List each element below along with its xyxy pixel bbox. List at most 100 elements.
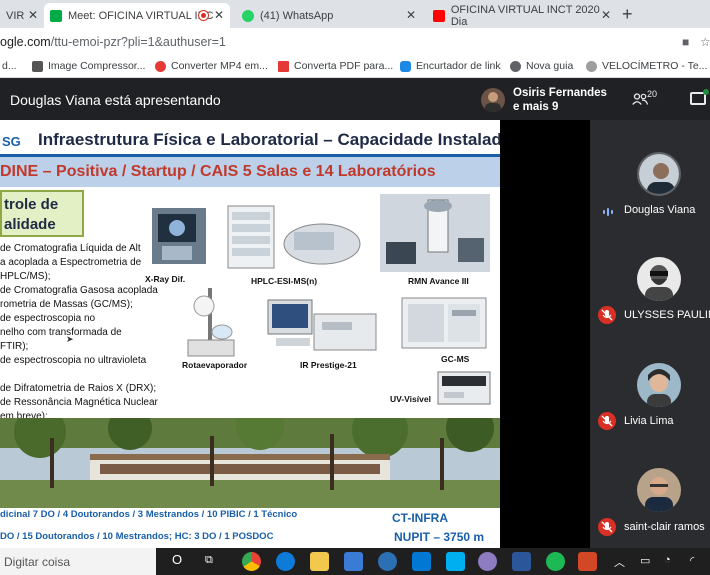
hplc-label: HPLC-ESI-MS(n): [251, 276, 318, 286]
tab-label: VIR: [6, 9, 25, 22]
cursor-icon: ➤: [66, 334, 74, 344]
participant-count: 20: [647, 89, 658, 99]
heart-icon: [278, 60, 289, 72]
list-item: de espectroscopia no: [0, 313, 96, 324]
app-icon[interactable]: [378, 552, 397, 571]
close-tab-icon[interactable]: ✕: [28, 8, 38, 22]
store-icon[interactable]: [344, 552, 363, 571]
uv-label: UV-Visível: [390, 394, 431, 404]
section-box: trole de alidade: [0, 190, 84, 237]
bookmark-item[interactable]: d...: [2, 60, 17, 72]
mic-off-icon: [598, 518, 616, 536]
battery-icon[interactable]: ▭: [640, 554, 650, 567]
tab-youtube[interactable]: OFICINA VIRTUAL INCT 2020 Dia ✕: [427, 3, 617, 28]
rmn-image: [380, 194, 490, 272]
speedometer-icon: [586, 60, 597, 72]
star-icon[interactable]: ☆: [700, 35, 710, 49]
participant-name: ULYSSES PAULIN: [624, 309, 710, 321]
bookmark-item[interactable]: VELOCÍMETRO - Te...: [586, 60, 707, 72]
list-item: rometria de Massas (GC/MS);: [0, 299, 133, 310]
spotify-icon[interactable]: [546, 552, 565, 571]
ir-prestige-image: [267, 299, 377, 351]
presentation-letterbox: [500, 120, 590, 550]
list-item: FTIR);: [0, 341, 29, 352]
taskbar-search[interactable]: Digitar coisa: [0, 548, 156, 575]
windows-taskbar: Digitar coisa O ⧉ ︿ ▭ ◔ ◜: [0, 548, 710, 575]
footer-line-2: DO / 15 Doutorandos / 10 Mestrandos; HC:…: [0, 531, 274, 542]
tab-whatsapp[interactable]: (41) WhatsApp ✕: [236, 3, 422, 28]
avatar: [637, 257, 681, 301]
tab-vir[interactable]: VIR ✕: [0, 3, 44, 28]
browser-tab-bar: VIR ✕ Meet: OFICINA VIRTUAL INC ✕ (41) W…: [0, 0, 710, 28]
close-tab-icon[interactable]: ✕: [406, 8, 416, 22]
chrome-icon[interactable]: [242, 552, 261, 571]
paint-icon[interactable]: [478, 552, 497, 571]
word-icon[interactable]: [512, 552, 531, 571]
hplc-image: [227, 205, 361, 269]
tab-meet[interactable]: Meet: OFICINA VIRTUAL INC ✕: [44, 3, 230, 28]
new-tab-icon[interactable]: +: [622, 4, 633, 25]
list-item: de Difratometria de Raios X (DRX);: [0, 383, 157, 394]
network-icon[interactable]: ◔: [664, 554, 671, 566]
camera-icon[interactable]: ■: [682, 35, 689, 49]
rotaevaporador-image: [187, 288, 235, 357]
slide-logo: SG: [2, 134, 21, 149]
avatar: [637, 468, 681, 512]
campus-building-photo: [0, 418, 500, 508]
slide-subtitle: DINE – Positiva / Startup / CAIS 5 Salas…: [0, 163, 436, 180]
ir-label: IR Prestige-21: [300, 360, 357, 370]
bookmark-item[interactable]: Converta PDF para...: [278, 60, 393, 72]
list-item: nelho com transformada de: [0, 327, 122, 338]
address-bar[interactable]: ogle.com/ttu-emoi-pzr?pli=1&authuser=1 ■…: [0, 28, 710, 56]
footer-line-1: dicinal 7 DO / 4 Doutorandos / 3 Mestran…: [0, 509, 298, 520]
globe-icon: [510, 60, 521, 72]
notification-dot: [703, 89, 709, 95]
cortana-icon[interactable]: O: [172, 552, 182, 567]
powerpoint-icon[interactable]: [578, 552, 597, 571]
image-icon: [32, 60, 43, 72]
tab-label: (41) WhatsApp: [260, 9, 334, 22]
people-icon[interactable]: [632, 93, 649, 108]
url-text[interactable]: ogle.com/ttu-emoi-pzr?pli=1&authuser=1: [0, 35, 226, 49]
participant-name: Douglas Viana: [624, 204, 696, 216]
bookmark-item[interactable]: Image Compressor...: [32, 60, 145, 72]
list-item: de Cromatografia Gasosa acoplada: [0, 285, 158, 296]
youtube-icon: [433, 9, 445, 22]
bookmark-item[interactable]: Converter MP4 em...: [155, 60, 268, 72]
list-item: a acoplada a Espectrometria de: [0, 257, 142, 268]
skype-icon[interactable]: [446, 552, 465, 571]
mail-icon[interactable]: [412, 552, 431, 571]
list-item: HPLC/MS);: [0, 271, 51, 282]
whatsapp-icon: [242, 9, 254, 22]
xray-label: X-Ray Dif.: [145, 274, 186, 284]
rmn-label: RMN Avance III: [408, 276, 469, 286]
edge-icon[interactable]: [276, 552, 295, 571]
list-item: de espectroscopia no ultravioleta: [0, 355, 147, 366]
chevron-up-icon[interactable]: ︿: [614, 554, 625, 570]
wifi-icon[interactable]: ◜: [690, 554, 694, 567]
slide-footer: dicinal 7 DO / 4 Doutorandos / 3 Mestran…: [0, 509, 500, 550]
close-tab-icon[interactable]: ✕: [601, 8, 611, 22]
bookmarks-bar: d... Image Compressor... Converter MP4 e…: [0, 56, 710, 78]
rotaevaporador-label: Rotaevaporador: [182, 360, 248, 370]
bookmark-item[interactable]: Encurtador de link: [400, 60, 501, 72]
mic-off-icon: [598, 412, 616, 430]
task-view-icon[interactable]: ⧉: [205, 554, 213, 567]
meet-icon: [50, 9, 62, 22]
close-tab-icon[interactable]: ✕: [214, 8, 224, 22]
bookmark-item[interactable]: Nova guia: [510, 60, 573, 72]
tab-label: OFICINA VIRTUAL INCT 2020 Dia: [450, 3, 600, 28]
file-explorer-icon[interactable]: [310, 552, 329, 571]
participants-panel: Douglas Viana ULYSSES PAULIN Livia Lima …: [590, 120, 710, 550]
presenter-names[interactable]: Osiris Fernandes e mais 9: [513, 86, 607, 114]
presentation-slide: SG Infraestrutura Física e Laboratorial …: [0, 120, 500, 550]
list-item: de Ressonância Magnética Nuclear: [0, 397, 158, 408]
link-icon: [400, 60, 411, 72]
participant-name: saint-clair ramos: [624, 521, 705, 533]
gcms-label: GC-MS: [441, 354, 470, 364]
convert-icon: [155, 60, 166, 72]
equipment-list: de Cromatografia Líquida de Alt a acopla…: [0, 242, 158, 424]
list-item: de Cromatografia Líquida de Alt: [0, 243, 141, 254]
mic-off-icon: [598, 306, 616, 324]
